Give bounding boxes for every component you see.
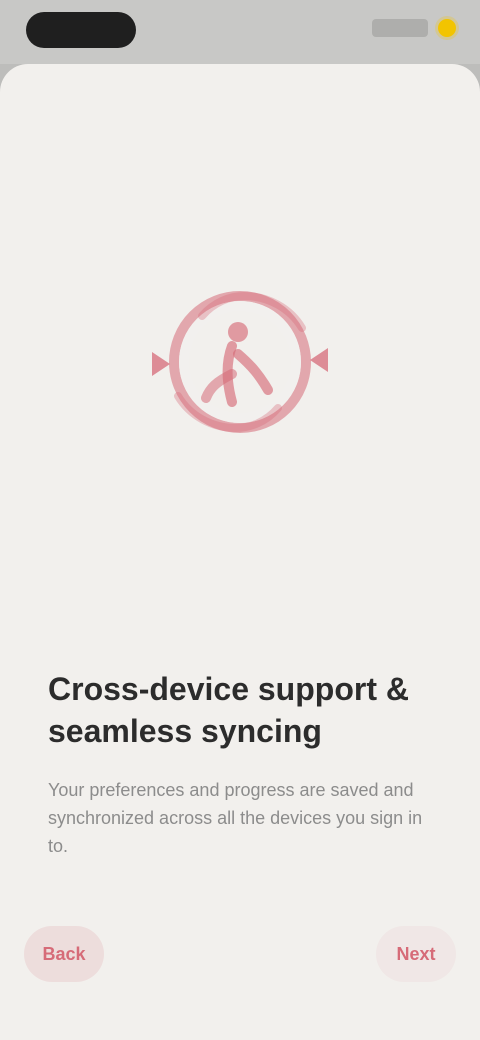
- status-pill: [26, 12, 136, 48]
- onboarding-content: Cross-device support & seamless syncing …: [48, 668, 432, 860]
- onboarding-footer: Back Next: [24, 924, 456, 984]
- signal-icon: [372, 19, 428, 37]
- sync-person-icon: [140, 262, 340, 462]
- battery-icon: [438, 19, 456, 37]
- status-time: [26, 12, 136, 48]
- next-button[interactable]: Next: [376, 926, 456, 982]
- back-button[interactable]: Back: [24, 926, 104, 982]
- onboarding-sheet: Cross-device support & seamless syncing …: [0, 64, 480, 1040]
- status-icons: [372, 16, 456, 40]
- page-description: Your preferences and progress are saved …: [48, 780, 423, 856]
- page-title: Cross-device support & seamless syncing: [48, 671, 409, 749]
- status-bar: [0, 0, 480, 64]
